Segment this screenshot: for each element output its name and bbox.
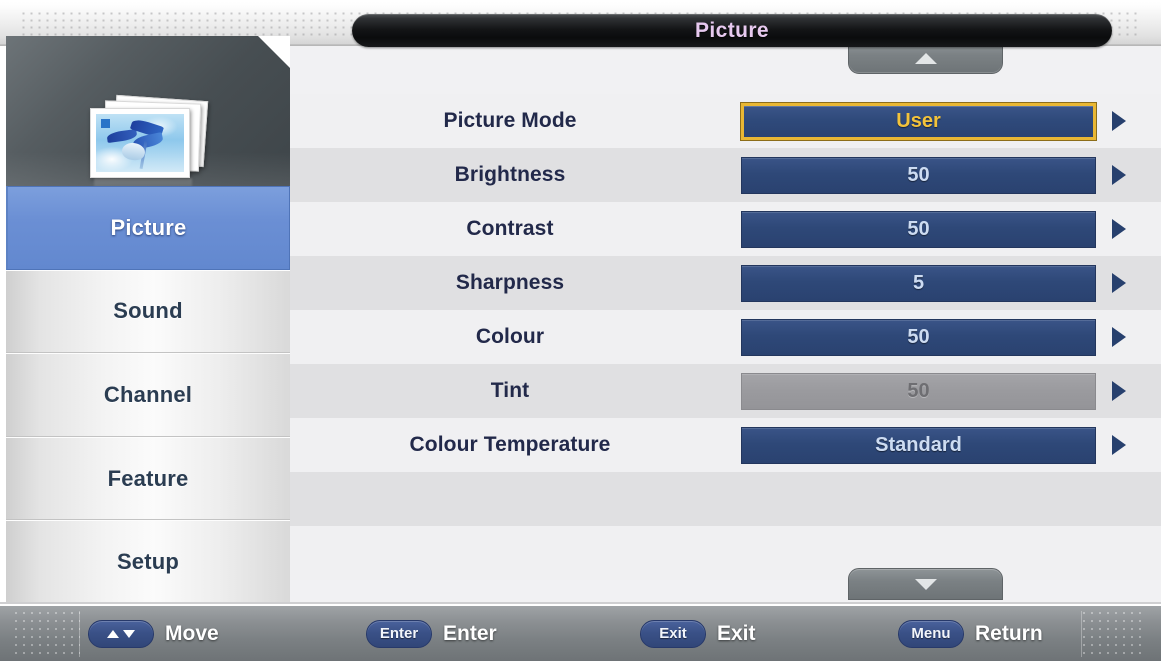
settings-panel: Picture Mode User Brightness 50 Contrast… — [290, 46, 1161, 604]
sidebar-item-label: Setup — [116, 549, 180, 575]
sidebar-item-feature[interactable]: Feature — [6, 436, 290, 521]
arrow-up-icon — [107, 629, 119, 638]
settings-row-brightness[interactable]: Brightness 50 — [290, 148, 1161, 202]
setting-value: 50 — [907, 217, 930, 240]
settings-row-colour-temperature[interactable]: Colour Temperature Standard — [290, 418, 1161, 472]
settings-row-tint: Tint 50 — [290, 364, 1161, 418]
sidebar-item-sound[interactable]: Sound — [6, 269, 290, 354]
setting-value-field[interactable]: 5 — [741, 264, 1096, 302]
setting-value: 50 — [907, 163, 930, 186]
category-icon-panel — [6, 36, 290, 186]
updown-key-badge[interactable] — [88, 619, 154, 648]
hint-move[interactable]: Move — [88, 619, 219, 648]
menu-key-badge[interactable]: Menu — [898, 619, 964, 648]
arrow-down-icon — [123, 629, 135, 638]
sidebar-item-label: Feature — [107, 465, 189, 491]
sidebar-item-label: Channel — [103, 381, 193, 407]
scroll-up-button[interactable] — [848, 46, 1003, 74]
sidebar-item-label: Picture — [110, 214, 187, 240]
tv-osd-screen: Picture Picture Sound Channel Feature Se… — [0, 0, 1161, 661]
sidebar-item-picture[interactable]: Picture — [6, 186, 290, 270]
setting-label: Brightness — [454, 163, 566, 186]
setting-label: Tint — [490, 379, 530, 402]
footer-dot-texture-left — [14, 611, 80, 657]
setting-value: 50 — [907, 325, 930, 348]
setting-value-field: 50 — [741, 372, 1096, 410]
triangle-right-icon — [1112, 381, 1126, 401]
settings-row-empty-2 — [290, 526, 1161, 580]
sidebar-item-setup[interactable]: Setup — [6, 520, 290, 604]
triangle-down-icon — [914, 578, 937, 590]
setting-value-field[interactable]: User — [741, 102, 1096, 140]
page-title: Picture — [695, 18, 769, 42]
footer-dot-texture-right — [1081, 611, 1147, 657]
sidebar-item-channel[interactable]: Channel — [6, 353, 290, 437]
sidebar-item-label: Sound — [113, 298, 183, 324]
settings-row-picture-mode[interactable]: Picture Mode User — [290, 94, 1161, 148]
triangle-right-icon[interactable] — [1112, 435, 1126, 455]
hint-exit[interactable]: Exit Exit — [640, 619, 756, 648]
hint-label: Exit — [717, 621, 756, 645]
triangle-right-icon[interactable] — [1112, 165, 1126, 185]
category-sidebar[interactable]: Picture Sound Channel Feature Setup — [6, 186, 290, 604]
enter-key-badge[interactable]: Enter — [366, 619, 432, 648]
hint-label: Move — [165, 621, 219, 645]
hint-enter[interactable]: Enter Enter — [366, 619, 497, 648]
triangle-right-icon[interactable] — [1112, 219, 1126, 239]
setting-value-field[interactable]: 50 — [741, 210, 1096, 248]
footer-hint-bar: Move Enter Enter Exit Exit Menu Return — [0, 604, 1161, 661]
settings-row-list: Picture Mode User Brightness 50 Contrast… — [290, 94, 1161, 580]
menu-title-bar: Picture — [352, 14, 1112, 47]
triangle-right-icon[interactable] — [1112, 273, 1126, 293]
triangle-right-icon[interactable] — [1112, 327, 1126, 347]
hint-label: Return — [975, 621, 1043, 645]
setting-label: Colour — [475, 325, 545, 348]
settings-row-empty-1 — [290, 472, 1161, 526]
setting-label: Picture Mode — [443, 109, 577, 132]
setting-value-field[interactable]: 50 — [741, 318, 1096, 356]
setting-label: Colour Temperature — [409, 433, 611, 456]
triangle-right-icon[interactable] — [1112, 111, 1126, 131]
panel-corner-cut — [257, 36, 290, 69]
setting-value-field[interactable]: Standard — [741, 426, 1096, 464]
settings-row-colour[interactable]: Colour 50 — [290, 310, 1161, 364]
setting-label: Contrast — [466, 217, 554, 240]
panel-gloss-floor — [6, 152, 290, 186]
setting-value: User — [896, 109, 941, 132]
settings-row-contrast[interactable]: Contrast 50 — [290, 202, 1161, 256]
setting-value: 50 — [907, 379, 930, 402]
setting-value-field[interactable]: 50 — [741, 156, 1096, 194]
hint-return[interactable]: Menu Return — [898, 619, 1043, 648]
setting-value: 5 — [912, 271, 925, 294]
setting-value: Standard — [875, 433, 962, 456]
triangle-up-icon — [914, 52, 937, 64]
scroll-down-button[interactable] — [848, 568, 1003, 600]
exit-key-badge[interactable]: Exit — [640, 619, 706, 648]
hint-label: Enter — [443, 621, 497, 645]
bezel-sheen — [0, 0, 1161, 11]
photo-corner-marker — [101, 118, 111, 128]
settings-row-sharpness[interactable]: Sharpness 5 — [290, 256, 1161, 310]
setting-label: Sharpness — [455, 271, 565, 294]
